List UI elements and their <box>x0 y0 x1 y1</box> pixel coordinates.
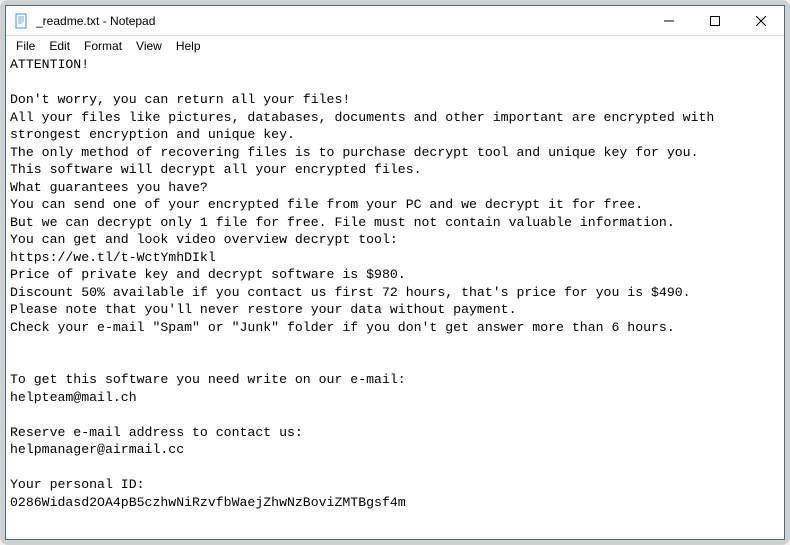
minimize-icon <box>664 16 674 26</box>
menu-edit[interactable]: Edit <box>43 38 76 54</box>
menu-file[interactable]: File <box>10 38 41 54</box>
maximize-icon <box>710 16 720 26</box>
maximize-button[interactable] <box>692 6 738 36</box>
menu-format[interactable]: Format <box>78 38 128 54</box>
minimize-button[interactable] <box>646 6 692 36</box>
app-icon <box>14 13 30 29</box>
window-title: _readme.txt - Notepad <box>36 14 646 28</box>
titlebar: _readme.txt - Notepad <box>6 6 784 36</box>
close-button[interactable] <box>738 6 784 36</box>
text-content: ATTENTION! Don't worry, you can return a… <box>10 56 780 511</box>
notepad-window: _readme.txt - Notepad <box>5 5 785 540</box>
menu-help[interactable]: Help <box>170 38 207 54</box>
window-controls <box>646 6 784 35</box>
text-editor-area[interactable]: ATTENTION! Don't worry, you can return a… <box>6 56 784 539</box>
menu-view[interactable]: View <box>130 38 168 54</box>
close-icon <box>756 16 766 26</box>
menubar: File Edit Format View Help <box>6 36 784 56</box>
